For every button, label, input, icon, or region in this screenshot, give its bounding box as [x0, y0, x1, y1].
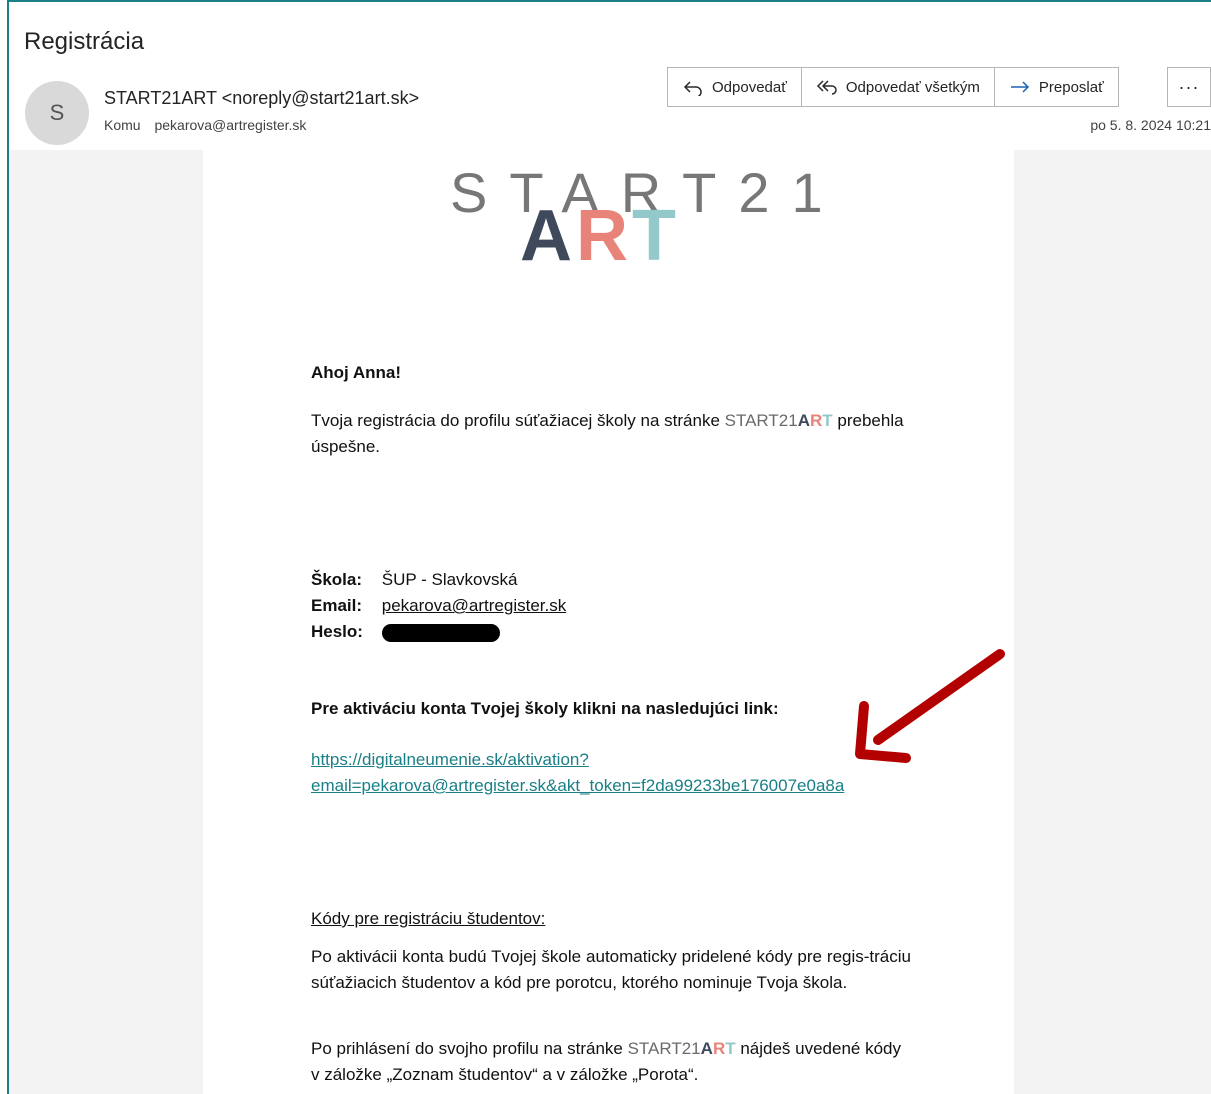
message-actions: Odpovedať Odpovedať všetkým Preposlať [667, 67, 1119, 107]
greeting: Ahoj Anna! [311, 363, 402, 382]
email-subject: Registrácia [24, 28, 145, 55]
codes-paragraph: Po aktivácii konta budú Tvojej škole aut… [311, 947, 911, 992]
reply-icon [683, 81, 702, 96]
reply-label: Odpovedať [712, 78, 787, 96]
more-icon: ··· [1178, 76, 1200, 97]
password-row: Heslo: [311, 619, 911, 645]
red-arrow-annotation [855, 649, 1005, 763]
password-label: Heslo: [311, 622, 363, 641]
login-paragraph: Po prihlásení do svojho profilu na strán… [311, 1036, 911, 1088]
forward-button[interactable]: Preposlať [994, 67, 1119, 107]
reply-all-icon [816, 80, 837, 95]
avatar-initial: S [49, 100, 65, 125]
logo-art-text: ART [520, 200, 680, 272]
more-options-button[interactable]: ··· [1167, 67, 1211, 107]
start21art-logo: START21 ART [450, 160, 823, 272]
login-text-before: Po prihlásení do svojho profilu na strán… [311, 1039, 628, 1058]
forward-arrow-icon [1010, 81, 1029, 93]
brand-r-2: R [712, 1039, 726, 1058]
intro-paragraph: Tvoja registrácia do profilu súťažiacej … [311, 408, 911, 460]
sender-name[interactable]: START21ART <noreply@start21art.sk> [104, 88, 419, 109]
password-redaction [381, 623, 500, 642]
forward-label: Preposlať [1038, 78, 1104, 96]
logo-letter-a: A [520, 196, 576, 276]
activation-link[interactable]: https://digitalneumenie.sk/aktivation? e… [311, 747, 911, 799]
brand-start: START21 [724, 411, 798, 430]
activation-heading: Pre aktiváciu konta Tvojej školy klikni … [311, 699, 779, 718]
school-label: Škola: [311, 570, 363, 589]
sender-avatar[interactable]: S [25, 81, 89, 145]
activation-link-line2[interactable]: email=pekarova@artregister.sk&akt_token=… [311, 773, 911, 799]
intro-text-before: Tvoja registrácia do profilu súťažiacej … [311, 411, 725, 430]
email-date: po 5. 8. 2024 10:21 [1090, 117, 1211, 133]
reply-all-button[interactable]: Odpovedať všetkým [801, 67, 995, 107]
email-value-link[interactable]: pekarova@artregister.sk [382, 596, 567, 615]
email-row: Email: pekarova@artregister.sk [311, 593, 911, 619]
brand-name: START21ART [725, 411, 833, 430]
recipient-line: Komu pekarova@artregister.sk [104, 117, 306, 133]
activation-link-line1[interactable]: https://digitalneumenie.sk/aktivation? [311, 747, 911, 773]
brand-a: A [797, 411, 810, 430]
brand-t: T [822, 411, 833, 430]
codes-heading: Kódy pre registráciu študentov: [311, 909, 546, 928]
brand-t-2: T [725, 1039, 736, 1058]
brand-name-2: START21ART [628, 1039, 736, 1058]
reply-all-label: Odpovedať všetkým [845, 78, 980, 96]
school-value: ŠUP - Slavkovská [381, 570, 518, 589]
logo-letter-t: T [632, 196, 680, 276]
brand-start-2: START21 [627, 1039, 701, 1058]
school-row: Škola: ŠUP - Slavkovská [311, 567, 911, 593]
to-address[interactable]: pekarova@artregister.sk [154, 117, 306, 133]
brand-r: R [809, 411, 823, 430]
reply-button[interactable]: Odpovedať [667, 67, 802, 107]
to-label: Komu [104, 117, 141, 133]
brand-a-2: A [700, 1039, 713, 1058]
logo-letter-r: R [576, 196, 632, 276]
email-label: Email: [311, 596, 363, 615]
